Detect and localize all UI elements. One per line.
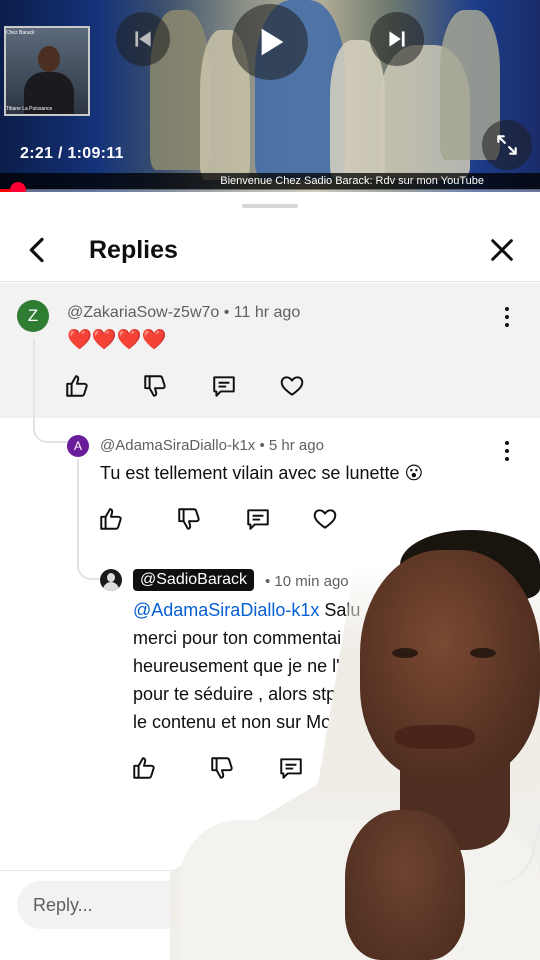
avatar[interactable]: [100, 569, 122, 591]
comment-time: 11 hr ago: [233, 304, 301, 321]
video-player[interactable]: Chez Barack Titiane La Puissance 2:21 / …: [0, 0, 540, 192]
page-title: Replies: [89, 236, 178, 264]
video-scene-person: [330, 40, 385, 180]
thumbs-down-icon: [144, 375, 166, 397]
meta-separator: •: [259, 437, 269, 454]
comment-time: 5 hr ago: [268, 437, 324, 454]
avatar[interactable]: Z: [17, 300, 49, 332]
parent-comment: Z @ZakariaSow-z5w7o • 11 hr ago ❤️❤️❤️❤️: [0, 283, 540, 418]
play-icon: [261, 28, 284, 56]
like-button[interactable]: [98, 506, 124, 532]
thread-connector: [33, 339, 67, 443]
fullscreen-icon: [497, 135, 517, 155]
comment-icon: [213, 376, 235, 397]
heart-icon: [280, 376, 304, 396]
close-button[interactable]: [486, 234, 518, 266]
thumbs-up-icon: [133, 757, 155, 779]
next-button[interactable]: [370, 12, 424, 66]
previous-button[interactable]: [116, 12, 170, 66]
comment-author[interactable]: @ZakariaSow-z5w7o: [67, 304, 219, 321]
thumbs-up-icon: [100, 508, 122, 530]
like-button[interactable]: [64, 373, 90, 399]
video-timecode: 2:21 / 1:09:11: [20, 145, 124, 162]
picture-in-picture-thumbnail: [4, 26, 90, 116]
skip-next-icon: [389, 31, 405, 47]
more-options-button[interactable]: [497, 305, 517, 329]
heart-button[interactable]: [279, 373, 305, 399]
video-ticker-text: Bienvenue Chez Sadio Barack: Rdv sur mon…: [220, 175, 484, 187]
back-button[interactable]: [22, 234, 54, 266]
play-button[interactable]: [232, 4, 308, 80]
sheet-header: Replies: [0, 222, 540, 282]
comment-meta: @AdamaSiraDiallo-k1x • 5 hr ago: [100, 437, 324, 454]
meta-separator: •: [223, 304, 234, 321]
close-icon: [491, 239, 513, 261]
dislike-button[interactable]: [142, 373, 168, 399]
drag-handle[interactable]: [242, 204, 298, 208]
reply-button[interactable]: [211, 373, 237, 399]
avatar[interactable]: A: [67, 435, 89, 457]
thread-connector: [77, 459, 79, 569]
reaction-video-overlay: [170, 520, 540, 960]
comment-text: Tu est tellement vilain avec se lunette …: [100, 463, 424, 483]
comment-meta: @ZakariaSow-z5w7o • 11 hr ago: [67, 304, 300, 322]
comment-text: ❤️❤️❤️❤️: [67, 329, 167, 351]
pip-bottom-label: Titiane La Puissance: [6, 106, 53, 112]
like-button[interactable]: [131, 755, 157, 781]
thumbs-up-icon: [66, 375, 88, 397]
video-ticker: Bienvenue Chez Sadio Barack: Rdv sur mon…: [0, 173, 540, 190]
skip-previous-icon: [135, 31, 151, 47]
thread-connector: [77, 554, 99, 580]
chevron-left-icon: [29, 237, 44, 263]
pip-top-label: Chez Barack: [6, 30, 35, 36]
more-options-button[interactable]: [497, 439, 517, 463]
comment-author[interactable]: @AdamaSiraDiallo-k1x: [100, 437, 255, 454]
fullscreen-button[interactable]: [482, 120, 532, 170]
